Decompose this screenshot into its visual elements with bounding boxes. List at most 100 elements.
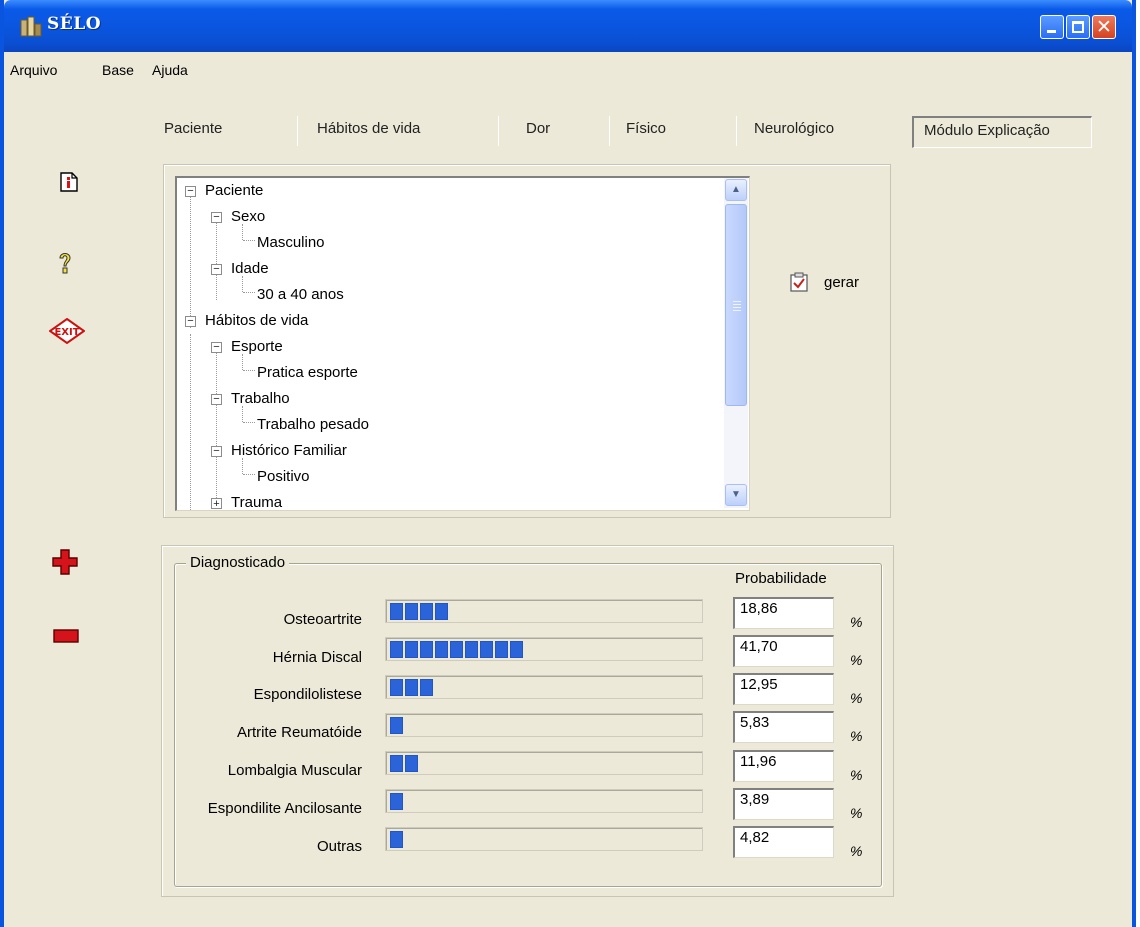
bar-segment	[405, 603, 418, 620]
minimize-icon	[1047, 30, 1056, 33]
gerar-label: gerar	[824, 274, 860, 291]
tree-line	[243, 240, 255, 241]
explanation-tree[interactable]: − Paciente − Sexo Masculino − Idade 30 a 40…	[175, 176, 750, 511]
exit-icon[interactable]: EXIT	[49, 318, 85, 344]
collapse-toggle-icon[interactable]: −	[185, 316, 196, 327]
probability-value-field[interactable]: 3,89	[733, 788, 834, 820]
menu-base[interactable]: Base	[102, 62, 134, 78]
percent-sign: %	[850, 805, 863, 821]
collapse-toggle-icon[interactable]: −	[211, 446, 222, 457]
probability-value-field[interactable]: 12,95	[733, 673, 834, 705]
tree-node[interactable]: Pratica esporte	[257, 362, 358, 384]
bar-segment	[420, 641, 433, 658]
diagnosis-label: Hérnia Discal	[272, 649, 362, 666]
app-logo-icon	[20, 16, 42, 37]
probability-value-field[interactable]: 18,86	[733, 597, 834, 629]
collapse-toggle-icon[interactable]: −	[211, 264, 222, 275]
tab-modulo-explicacao[interactable]: Módulo Explicação	[912, 116, 1092, 148]
tree-line	[243, 422, 255, 423]
probability-value-field[interactable]: 4,82	[733, 826, 834, 858]
tab-paciente[interactable]: Paciente	[164, 120, 222, 137]
bar-segment	[405, 679, 418, 696]
remove-minus-icon[interactable]	[53, 629, 79, 643]
bar-segment	[510, 641, 523, 658]
menu-ajuda[interactable]: Ajuda	[152, 62, 188, 78]
bar-segment	[390, 603, 403, 620]
bar-segment	[420, 603, 433, 620]
probability-bar-fill	[390, 717, 403, 734]
percent-sign: %	[850, 728, 863, 744]
close-icon: ✕	[1096, 16, 1112, 38]
tree-node[interactable]: 30 a 40 anos	[257, 284, 344, 306]
diagnosis-label: Lombalgia Muscular	[227, 762, 362, 779]
maximize-button[interactable]	[1066, 15, 1090, 39]
percent-sign: %	[850, 767, 863, 783]
probability-bar-fill	[390, 755, 418, 772]
probability-bar	[385, 789, 703, 813]
bar-segment	[390, 793, 403, 810]
percent-sign: %	[850, 614, 863, 630]
probability-bar	[385, 827, 703, 851]
bar-segment	[390, 717, 403, 734]
diagnosis-label: Espondilite Ancilosante	[207, 800, 362, 817]
bar-segment	[480, 641, 493, 658]
bar-segment	[495, 641, 508, 658]
scroll-up-button[interactable]: ▲	[725, 179, 747, 201]
expand-toggle-icon[interactable]: +	[211, 498, 222, 510]
tab-strip: Paciente Hábitos de vida Dor Físico Neur…	[154, 112, 1100, 154]
tab-separator	[297, 116, 298, 146]
info-document-icon[interactable]	[60, 172, 78, 192]
tree-line	[190, 196, 191, 328]
probability-value-field[interactable]: 5,83	[733, 711, 834, 743]
scroll-thumb[interactable]	[725, 204, 747, 406]
bar-segment	[390, 641, 403, 658]
probability-header: Probabilidade	[735, 570, 827, 587]
collapse-toggle-icon[interactable]: −	[211, 394, 222, 405]
exit-text: EXIT	[54, 327, 79, 338]
tree-line	[190, 334, 191, 510]
app-window: SÉLO ✕ Arquivo Base Ajuda EXIT Paciente …	[0, 0, 1136, 927]
collapse-toggle-icon[interactable]: −	[211, 212, 222, 223]
add-plus-icon[interactable]	[52, 549, 78, 575]
tree-scrollbar[interactable]: ▲ ▼	[724, 178, 748, 508]
menu-arquivo[interactable]: Arquivo	[10, 62, 57, 78]
tree-line	[243, 292, 255, 293]
bar-segment	[405, 641, 418, 658]
group-legend: Diagnosticado	[186, 554, 290, 571]
probability-bar-fill	[390, 679, 433, 696]
title-bar[interactable]: SÉLO ✕	[4, 0, 1132, 52]
tree-line	[243, 370, 255, 371]
tree-node[interactable]: Masculino	[257, 232, 325, 254]
thumb-grip	[733, 301, 741, 302]
tab-separator	[736, 116, 737, 146]
probability-value-field[interactable]: 11,96	[733, 750, 834, 782]
diagnosis-label: Outras	[316, 838, 362, 855]
tree-line	[216, 352, 217, 502]
scroll-down-button[interactable]: ▼	[725, 484, 747, 506]
tab-fisico[interactable]: Físico	[626, 120, 666, 137]
tab-dor[interactable]: Dor	[526, 120, 550, 137]
collapse-toggle-icon[interactable]: −	[185, 186, 196, 197]
probability-value-field[interactable]: 41,70	[733, 635, 834, 667]
close-button[interactable]: ✕	[1092, 15, 1116, 39]
probability-bar-fill	[390, 831, 403, 848]
minimize-button[interactable]	[1040, 15, 1064, 39]
probability-bar	[385, 599, 703, 623]
menu-bar: Arquivo Base Ajuda	[4, 52, 1132, 86]
thumb-grip	[733, 307, 741, 308]
tab-separator	[609, 116, 610, 146]
tab-neurologico[interactable]: Neurológico	[754, 120, 834, 137]
tab-separator	[498, 116, 499, 146]
bar-segment	[405, 755, 418, 772]
tab-habitos-de-vida[interactable]: Hábitos de vida	[317, 120, 420, 137]
diagnosis-label: Osteoartrite	[283, 611, 362, 628]
help-bulb-icon[interactable]	[56, 250, 74, 276]
tree-node[interactable]: Positivo	[257, 466, 310, 488]
percent-sign: %	[850, 652, 863, 668]
bar-segment	[435, 603, 448, 620]
collapse-toggle-icon[interactable]: −	[211, 342, 222, 353]
bar-segment	[420, 679, 433, 696]
clipboard-check-icon	[790, 272, 808, 292]
tree-node[interactable]: Trabalho pesado	[257, 414, 369, 436]
percent-sign: %	[850, 690, 863, 706]
